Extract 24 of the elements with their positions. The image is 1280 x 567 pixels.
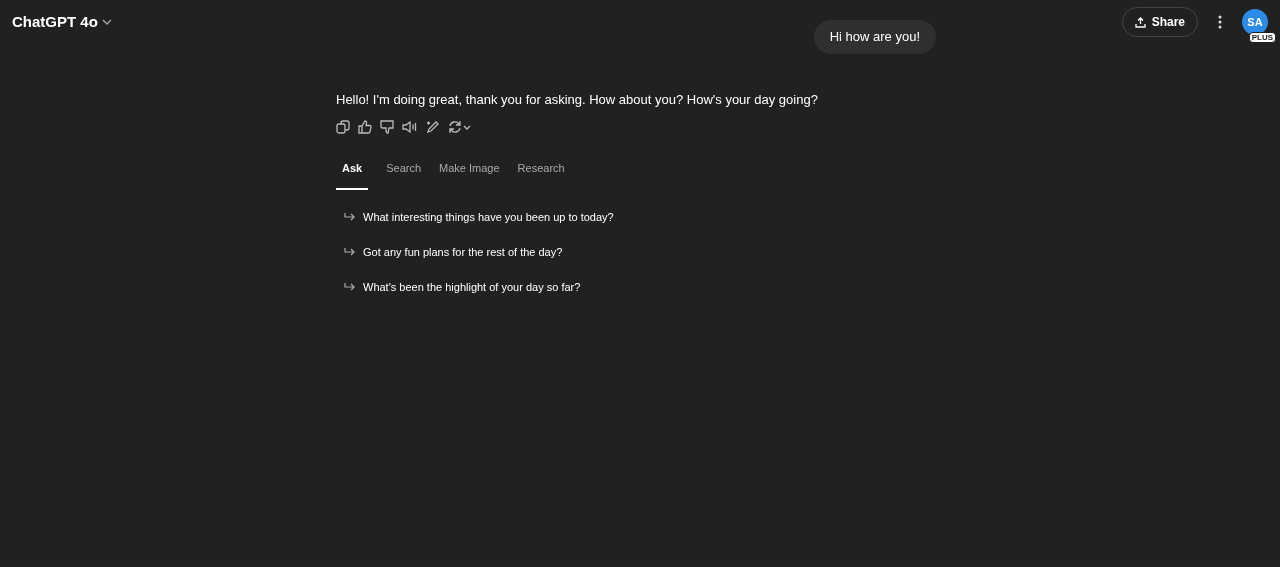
user-avatar[interactable]: SA xyxy=(1242,9,1268,35)
reply-arrow-icon xyxy=(344,248,355,257)
model-selector[interactable]: ChatGPT 4o xyxy=(12,10,112,34)
user-message: Hi how are you! xyxy=(813,20,936,54)
speaker-icon[interactable] xyxy=(402,119,418,134)
chevron-down-icon xyxy=(101,19,112,25)
suggestion-item[interactable]: What's been the highlight of your day so far? xyxy=(336,270,936,305)
reply-arrow-icon xyxy=(344,283,355,292)
assistant-message: Hello! I'm doing great, thank you for asking. How about you? How's your day going? xyxy=(336,91,819,109)
plan-badge: PLUS xyxy=(1248,32,1276,43)
thumbs-down-icon[interactable] xyxy=(380,119,394,134)
mode-tab[interactable]: Search xyxy=(386,159,422,190)
suggestion-item[interactable]: What interesting things have you been up to today? xyxy=(336,200,936,235)
upload-icon xyxy=(1134,16,1146,28)
regenerate-icon[interactable] xyxy=(448,119,472,134)
mode-tab[interactable]: Make Image xyxy=(439,159,500,190)
more-options-icon[interactable] xyxy=(1218,15,1222,29)
mode-tab[interactable]: Research xyxy=(517,159,565,190)
copy-icon[interactable] xyxy=(336,119,350,134)
edit-pen-icon[interactable] xyxy=(426,119,440,134)
suggestion-item[interactable]: Got any fun plans for the rest of the day? xyxy=(336,235,936,270)
mode-tab[interactable]: Ask xyxy=(336,159,369,190)
thumbs-up-icon[interactable] xyxy=(358,119,372,134)
reply-arrow-icon xyxy=(344,213,355,222)
